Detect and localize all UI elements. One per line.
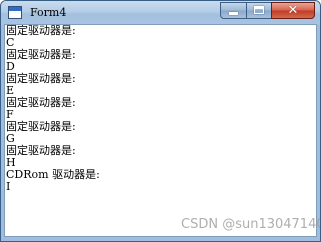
output-line: 固定驱动器是: bbox=[6, 72, 76, 85]
form-client-area: 固定驱动器是: C 固定驱动器是: D 固定驱动器是: E 固定驱动器是: F … bbox=[4, 24, 317, 237]
output-line: 固定驱动器是: bbox=[6, 24, 76, 37]
csdn-watermark: CSDN @sun13047140038 bbox=[181, 217, 320, 232]
window-title: Form4 bbox=[30, 6, 67, 19]
output-line: I bbox=[6, 180, 11, 193]
output-line: CDRom 驱动器是: bbox=[6, 168, 100, 181]
close-button[interactable]: ✕ bbox=[271, 2, 315, 19]
minimize-icon bbox=[229, 12, 238, 15]
output-line: 固定驱动器是: bbox=[6, 48, 76, 61]
window-app-icon[interactable] bbox=[8, 6, 22, 19]
title-bar[interactable]: Form4 ✕ bbox=[1, 1, 320, 25]
output-text: 固定驱动器是: C 固定驱动器是: D 固定驱动器是: E 固定驱动器是: F … bbox=[6, 25, 100, 193]
maximize-icon bbox=[254, 6, 264, 14]
maximize-button[interactable] bbox=[246, 2, 272, 19]
close-icon: ✕ bbox=[287, 3, 299, 18]
output-line: 固定驱动器是: bbox=[6, 96, 76, 109]
minimize-button[interactable] bbox=[220, 2, 247, 19]
output-line: 固定驱动器是: bbox=[6, 120, 76, 133]
form4-window: Form4 ✕ 固定驱动器是: C 固定驱动器是: D 固定驱动器是: E 固定… bbox=[0, 0, 321, 242]
output-line: 固定驱动器是: bbox=[6, 144, 76, 157]
